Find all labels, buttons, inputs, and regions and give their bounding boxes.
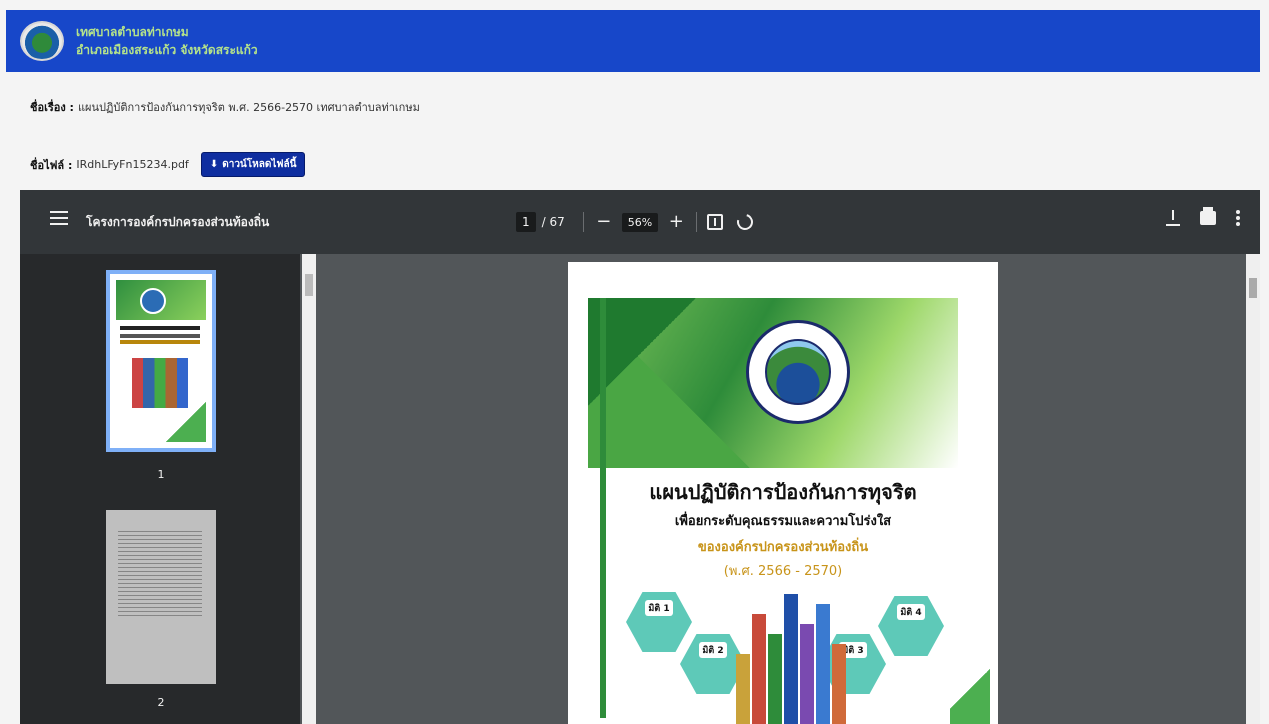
pdf-document-title: โครงการองค์กรปกครองส่วนท้องถิ่น — [86, 215, 270, 229]
thumbnail-label-1: 1 — [157, 468, 165, 481]
page-total: / 67 — [541, 215, 565, 229]
thumbnail-seal — [140, 288, 166, 314]
thumbnail-page-2[interactable] — [106, 510, 216, 684]
document-title-line: ชื่อเรื่อง : แผนปฏิบัติการป้องกันการทุจร… — [30, 98, 420, 116]
dimension-hex-label: มิติ 1 — [645, 600, 673, 616]
sidebar-scrollbar-thumb[interactable] — [305, 274, 313, 296]
cover-bar — [800, 624, 814, 724]
pdf-toolbar: โครงการองค์กรปกครองส่วนท้องถิ่น 1 / 67 −… — [20, 190, 1260, 254]
thumbnail-label-2: 2 — [157, 696, 165, 709]
dimension-hex-4: มิติ 4 — [878, 596, 944, 656]
file-name-value: IRdhLFyFn15234.pdf — [76, 158, 189, 171]
fit-to-page-icon[interactable] — [707, 214, 724, 230]
cover-bar — [768, 634, 782, 724]
download-icon[interactable] — [1166, 210, 1180, 226]
download-file-label: ดาวน์โหลดไฟล์นี้ — [222, 159, 297, 170]
thumbnail-corner — [166, 402, 206, 442]
thumbnail-page-1[interactable] — [106, 270, 216, 452]
download-file-button[interactable]: ⬇ ดาวน์โหลดไฟล์นี้ — [200, 152, 306, 177]
dimension-hex-label: มิติ 4 — [897, 604, 925, 620]
right-tools — [1166, 207, 1240, 226]
seal-emblem — [765, 339, 831, 405]
cover-bar — [752, 614, 766, 724]
main-scrollbar[interactable] — [1246, 254, 1260, 724]
site-subtitle: อำเภอเมืองสระแก้ว จังหวัดสระแก้ว — [76, 43, 258, 57]
thumbnail-text-lines — [118, 528, 202, 618]
cover-title: แผนปฏิบัติการป้องกันการทุจริต — [649, 480, 917, 504]
site-names: เทศบาลตำบลท่าเกษม อำเภอเมืองสระแก้ว จังห… — [76, 25, 258, 57]
zoom-out-button[interactable]: − — [594, 213, 614, 231]
cover-corner-accent — [950, 654, 990, 724]
cover-bar — [736, 654, 750, 724]
thumbnail-bars — [132, 358, 188, 408]
municipality-seal — [746, 320, 850, 424]
file-name-line: ชื่อไฟล์ : IRdhLFyFn15234.pdf ⬇ ดาวน์โหล… — [30, 152, 306, 177]
zoom-in-button[interactable]: + — [666, 213, 686, 231]
more-options-icon[interactable] — [1236, 210, 1240, 226]
cover-bar — [784, 594, 798, 724]
file-name-label: ชื่อไฟล์ : — [30, 158, 73, 172]
sidebar-scrollbar[interactable] — [302, 254, 316, 724]
zoom-level-input[interactable]: 56% — [621, 212, 659, 232]
cover-organization: ขององค์กรปกครองส่วนท้องถิ่น — [697, 540, 869, 555]
cover-bar — [832, 644, 846, 724]
rotate-icon[interactable] — [734, 211, 757, 233]
cover-building-bars — [736, 584, 856, 724]
cover-bar — [816, 604, 830, 724]
download-arrow-icon: ⬇ — [209, 159, 219, 170]
site-header: เทศบาลตำบลท่าเกษม อำเภอเมืองสระแก้ว จังห… — [6, 10, 1260, 72]
site-logo[interactable] — [20, 21, 64, 61]
cover-years: (พ.ศ. 2566 - 2570) — [723, 564, 843, 579]
cover-subtitle: เพื่อยกระดับคุณธรรมและความโปร่งใส — [674, 514, 892, 529]
page-controls: 1 / 67 − 56% + — [516, 211, 757, 233]
main-scrollbar-thumb[interactable] — [1249, 278, 1257, 298]
pdf-viewer: โครงการองค์กรปกครองส่วนท้องถิ่น 1 / 67 −… — [20, 190, 1260, 724]
thumbnail-title-lines — [120, 326, 200, 330]
toolbar-divider — [582, 212, 584, 232]
document-title-value: แผนปฏิบัติการป้องกันการทุจริต พ.ศ. 2566-… — [77, 101, 420, 114]
page-root: เทศบาลตำบลท่าเกษม อำเภอเมืองสระแก้ว จังห… — [0, 0, 1269, 724]
menu-icon[interactable] — [50, 211, 68, 225]
dimension-hex-label: มิติ 2 — [699, 642, 727, 658]
dimension-hex-1: มิติ 1 — [626, 592, 692, 652]
document-title-label: ชื่อเรื่อง : — [30, 101, 74, 114]
page-number-input[interactable]: 1 — [516, 212, 536, 232]
thumbnail-sidebar: 1 2 — [20, 254, 300, 724]
site-name[interactable]: เทศบาลตำบลท่าเกษม — [76, 25, 258, 39]
toolbar-divider — [696, 212, 698, 232]
pdf-page-1: แผนปฏิบัติการป้องกันการทุจริต เพื่อยกระด… — [568, 262, 998, 724]
print-icon[interactable] — [1200, 207, 1216, 225]
cover-side-stripe — [600, 298, 606, 718]
